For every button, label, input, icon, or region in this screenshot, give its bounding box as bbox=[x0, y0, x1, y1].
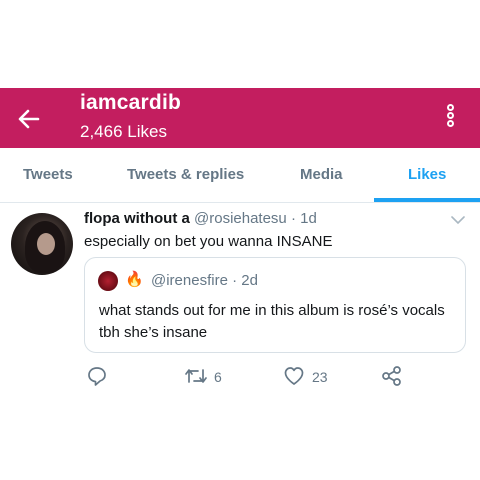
profile-header: iamcardib 2,466 Likes bbox=[0, 88, 480, 148]
back-arrow-icon[interactable] bbox=[16, 106, 42, 132]
tab-media[interactable]: Media bbox=[300, 166, 343, 183]
active-tab-indicator bbox=[374, 198, 480, 202]
tweet-author-name[interactable]: flopa without a bbox=[84, 210, 190, 227]
avatar[interactable] bbox=[11, 213, 73, 275]
reply-icon[interactable] bbox=[86, 365, 108, 387]
quoted-text: what stands out for me in this album is … bbox=[99, 302, 445, 341]
overflow-menu-icon[interactable] bbox=[440, 104, 460, 134]
tweet-author-handle[interactable]: @rosiehatesu bbox=[194, 210, 287, 227]
tweet-header: flopa without a @rosiehatesu · 1d bbox=[84, 210, 317, 227]
likes-count: 2,466 Likes bbox=[80, 122, 167, 141]
share-icon[interactable] bbox=[381, 365, 403, 387]
retweet-icon[interactable] bbox=[184, 365, 208, 387]
tweet-text: especially on bet you wanna INSANE bbox=[84, 233, 333, 250]
tweet-separator: · bbox=[290, 210, 296, 227]
quoted-handle: @irenesfire · 2d bbox=[151, 272, 258, 289]
fire-emoji-icon: 🔥 bbox=[125, 271, 144, 288]
retweet-count: 6 bbox=[214, 369, 222, 385]
heart-icon[interactable] bbox=[283, 365, 305, 387]
tweet-time: 1d bbox=[300, 210, 317, 227]
tab-tweets-and-replies[interactable]: Tweets & replies bbox=[127, 166, 244, 183]
tab-likes[interactable]: Likes bbox=[408, 166, 446, 183]
chevron-down-icon[interactable] bbox=[451, 212, 465, 225]
profile-tabs: Tweets Tweets & replies Media Likes bbox=[0, 148, 480, 203]
quoted-tweet[interactable]: 🔥 @irenesfire · 2d what stands out for m… bbox=[84, 257, 466, 353]
quoted-avatar bbox=[98, 271, 118, 291]
like-count: 23 bbox=[312, 369, 328, 385]
profile-username: iamcardib bbox=[80, 91, 182, 114]
tab-tweets[interactable]: Tweets bbox=[23, 166, 73, 183]
